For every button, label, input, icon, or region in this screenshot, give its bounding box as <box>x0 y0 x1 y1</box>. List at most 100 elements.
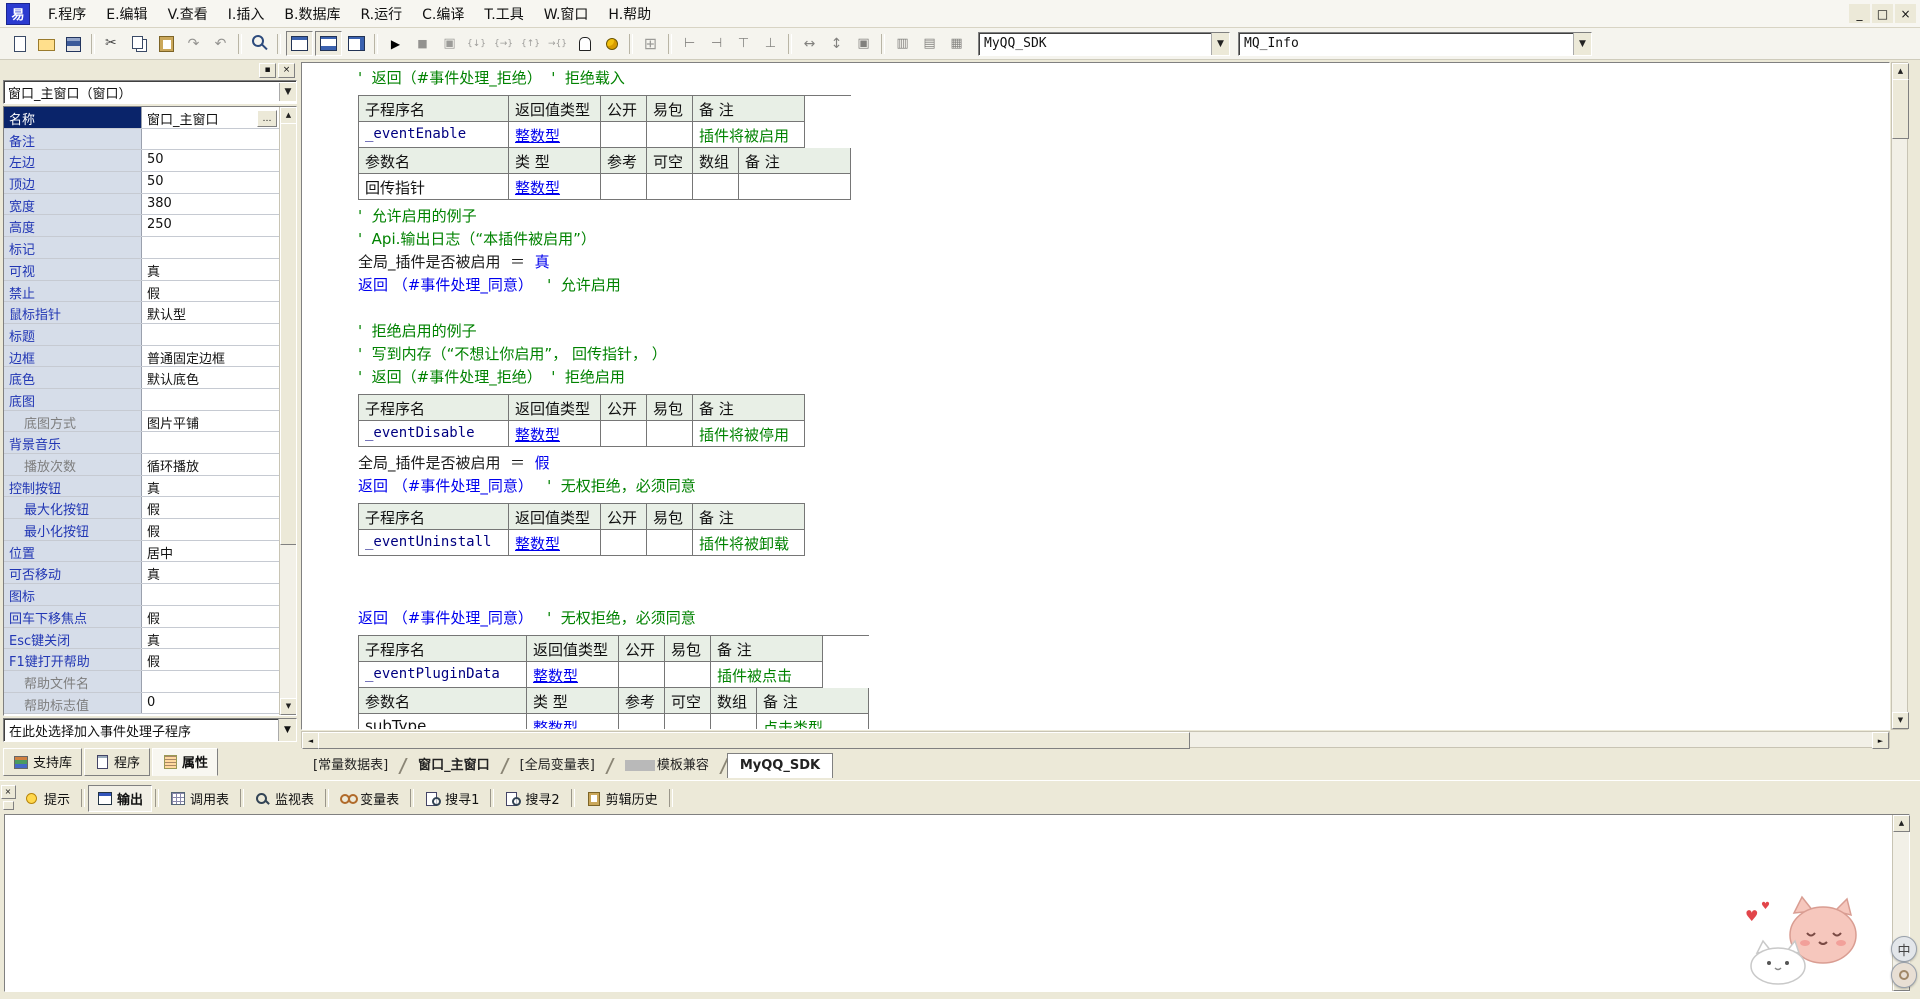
table-cell[interactable] <box>647 122 693 148</box>
output-content-area[interactable]: ▲ ▼ ♥ ♥ <box>4 814 1910 992</box>
editor-tab-[全局变量表][interactable]: [全局变量表] <box>508 750 607 778</box>
layout-right-icon[interactable] <box>344 32 369 55</box>
table-cell[interactable]: 插件将被停用 <box>693 421 805 447</box>
editor-tab-[常量数据表][interactable]: [常量数据表] <box>301 750 400 778</box>
paste-icon[interactable] <box>154 32 179 55</box>
property-value[interactable]: 默认型 <box>142 302 280 323</box>
table-cell[interactable] <box>647 530 693 556</box>
table-cell[interactable] <box>601 174 647 200</box>
panel-tab-支持库[interactable]: 支持库 <box>3 748 82 776</box>
property-value[interactable]: 普通固定边框 <box>142 346 280 367</box>
scroll-down-icon[interactable]: ▼ <box>280 698 297 715</box>
table-cell[interactable]: 插件被点击 <box>711 662 823 688</box>
menu-item-0[interactable]: F.程序 <box>38 1 96 27</box>
property-value[interactable]: 窗口_主窗口… <box>142 107 280 128</box>
scrollbar-thumb[interactable] <box>318 732 1190 749</box>
scroll-right-icon[interactable]: ► <box>1872 732 1889 749</box>
output-tab-变量表[interactable]: 变量表 <box>332 786 407 811</box>
table-cell[interactable]: 点击类型 <box>757 714 869 730</box>
ime-language-badge[interactable]: 中 <box>1891 936 1917 962</box>
event-handler-combo[interactable]: 在此处选择加入事件处理子程序 ▼ <box>3 718 297 742</box>
active-program-combo[interactable]: MyQQ_SDK ▼ <box>978 32 1230 56</box>
code-editor[interactable]: ' 返回（#事件处理_拒绝） ' 拒绝载入子程序名返回值类型公开易包备 注_ev… <box>301 62 1890 730</box>
output-tab-剪辑历史[interactable]: 剪辑历史 <box>578 786 666 811</box>
panel-tab-程序[interactable]: 程序 <box>84 748 150 776</box>
table-cell[interactable] <box>711 714 757 730</box>
active-module-combo[interactable]: MQ_Info ▼ <box>1238 32 1592 56</box>
table-cell[interactable] <box>665 662 711 688</box>
scroll-down-icon[interactable]: ▼ <box>1892 712 1909 729</box>
property-value[interactable]: 图片平铺 <box>142 411 280 432</box>
property-value[interactable] <box>142 432 280 453</box>
property-value[interactable]: 居中 <box>142 541 280 562</box>
minimize-button[interactable]: _ <box>1849 4 1870 23</box>
scroll-up-icon[interactable]: ▲ <box>1892 63 1909 80</box>
output-tab-搜寻2[interactable]: 搜寻2 <box>497 786 567 811</box>
panel-close-button[interactable]: × <box>1 785 16 799</box>
panel-grip[interactable] <box>3 801 14 810</box>
table-cell[interactable]: 回传指针 <box>359 174 509 200</box>
layout-top-icon[interactable] <box>286 31 313 56</box>
property-value[interactable]: 真 <box>142 628 280 649</box>
save-file-icon[interactable] <box>61 32 86 55</box>
scroll-up-icon[interactable]: ▲ <box>1893 815 1910 832</box>
table-cell[interactable] <box>619 714 665 730</box>
table-cell[interactable]: _eventDisable <box>359 421 509 447</box>
output-tab-调用表[interactable]: 调用表 <box>162 786 237 811</box>
restore-button[interactable]: □ <box>1872 4 1893 23</box>
property-value[interactable]: 假 <box>142 649 280 670</box>
property-value[interactable]: 250 <box>142 215 280 236</box>
property-value[interactable]: 假 <box>142 281 280 302</box>
chevron-down-icon[interactable]: ▼ <box>278 719 296 741</box>
type-link[interactable]: 整数型 <box>509 530 601 556</box>
property-value[interactable]: 50 <box>142 150 280 171</box>
property-value[interactable]: 380 <box>142 194 280 215</box>
scroll-left-icon[interactable]: ◄ <box>302 732 319 749</box>
table-cell[interactable] <box>665 714 711 730</box>
more-button[interactable]: … <box>257 110 277 127</box>
copy-icon[interactable] <box>127 32 152 55</box>
panel-dock-button[interactable]: ▪ <box>259 63 276 78</box>
table-cell[interactable] <box>647 421 693 447</box>
type-link[interactable]: 整数型 <box>509 174 601 200</box>
output-tab-监视表[interactable]: 监视表 <box>247 786 322 811</box>
table-cell[interactable] <box>647 174 693 200</box>
cut-icon[interactable] <box>100 32 125 55</box>
pan-hand-icon[interactable] <box>572 32 597 55</box>
chevron-down-icon[interactable]: ▼ <box>1573 33 1591 55</box>
panel-tab-属性[interactable]: 属性 <box>152 748 218 776</box>
ime-mode-badge[interactable] <box>1891 962 1917 988</box>
editor-tab-模板兼容[interactable]: 模板兼容 <box>613 750 721 778</box>
panel-close-button[interactable]: × <box>278 63 295 78</box>
table-cell[interactable] <box>601 530 647 556</box>
menu-item-1[interactable]: E.编辑 <box>96 1 157 27</box>
table-cell[interactable]: _eventPluginData <box>359 662 527 688</box>
type-link[interactable]: 整数型 <box>509 122 601 148</box>
menu-item-2[interactable]: V.查看 <box>158 1 218 27</box>
table-cell[interactable] <box>619 662 665 688</box>
close-button[interactable]: × <box>1895 4 1916 23</box>
output-tab-输出[interactable]: 输出 <box>88 785 152 812</box>
property-value[interactable] <box>142 584 280 605</box>
table-cell[interactable]: 插件将被卸载 <box>693 530 805 556</box>
table-cell[interactable]: 插件将被启用 <box>693 122 805 148</box>
property-value[interactable]: 50 <box>142 172 280 193</box>
layout-bottom-icon[interactable] <box>315 31 342 56</box>
scrollbar-thumb[interactable] <box>280 123 297 545</box>
property-value[interactable]: 默认底色 <box>142 367 280 388</box>
table-cell[interactable] <box>693 174 739 200</box>
type-link[interactable]: 整数型 <box>527 662 619 688</box>
table-cell[interactable]: _eventUninstall <box>359 530 509 556</box>
menu-item-7[interactable]: T.工具 <box>474 1 533 27</box>
property-value[interactable]: 真 <box>142 562 280 583</box>
property-value[interactable]: 真 <box>142 476 280 497</box>
chevron-down-icon[interactable]: ▼ <box>1211 33 1229 55</box>
scrollbar-thumb[interactable] <box>1892 79 1909 139</box>
table-cell[interactable]: subType <box>359 714 527 730</box>
object-selector-combo[interactable]: 窗口_主窗口（窗口） ▼ <box>3 80 297 104</box>
property-value[interactable] <box>142 324 280 345</box>
property-value[interactable]: 假 <box>142 606 280 627</box>
type-link[interactable]: 整数型 <box>509 421 601 447</box>
menu-item-4[interactable]: B.数据库 <box>274 1 350 27</box>
menu-item-9[interactable]: H.帮助 <box>598 1 661 27</box>
